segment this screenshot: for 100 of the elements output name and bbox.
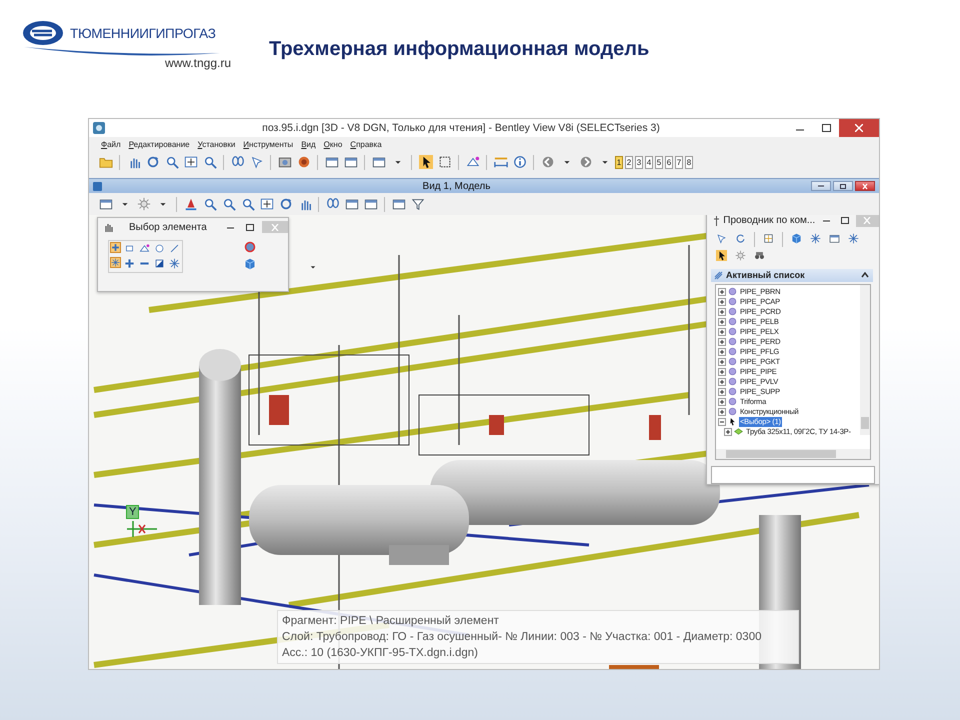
- funnel-icon: [410, 197, 424, 211]
- expand-icon[interactable]: [718, 398, 726, 406]
- star-icon: [848, 233, 859, 244]
- view-number-button[interactable]: 2: [625, 156, 633, 168]
- expand-icon[interactable]: [724, 428, 732, 436]
- expand-icon[interactable]: [718, 378, 726, 386]
- star-icon: [169, 258, 180, 269]
- contrast-tool-button[interactable]: [153, 257, 166, 270]
- expand-icon[interactable]: [718, 408, 726, 416]
- window-icon: [344, 197, 358, 211]
- axis-triad-icon: [125, 519, 159, 539]
- window-icon: [98, 197, 112, 211]
- menu-item[interactable]: Редактирование: [128, 140, 190, 148]
- cross-tool-button[interactable]: [123, 257, 136, 270]
- menu-item[interactable]: Файл: [101, 140, 121, 148]
- menu-item[interactable]: Окно: [324, 140, 342, 148]
- expand-icon[interactable]: [718, 388, 726, 396]
- tooltip-line: Фрагмент: PIPE \ Расширенный элемент: [282, 614, 500, 629]
- expand-icon[interactable]: [718, 308, 726, 316]
- pointer-icon: [716, 233, 727, 244]
- window-icon: [344, 155, 358, 169]
- contrast-icon: [154, 258, 165, 269]
- pointer-icon: [250, 155, 264, 169]
- view-number-button[interactable]: 4: [645, 156, 653, 168]
- company-name: ТЮМЕННИИГИПРОГАЗ: [70, 26, 216, 40]
- info-tool-button[interactable]: [511, 154, 528, 170]
- vertical-scrollbar[interactable]: [860, 284, 870, 435]
- close-icon: [861, 182, 869, 190]
- tooltip-line: Асс.: 10 (1630-УКПГ-95-ТХ.dgn.i.dgn): [282, 646, 479, 661]
- window-icon: [372, 155, 386, 169]
- dashed-rectangle-icon: [438, 155, 452, 169]
- arrow-icon: [716, 250, 727, 262]
- view-number-button[interactable]: 8: [685, 156, 693, 168]
- arrow-tool-button[interactable]: [417, 154, 434, 170]
- footprints-icon: [230, 155, 244, 169]
- window-icon: [364, 197, 378, 211]
- expand-icon[interactable]: [718, 358, 726, 366]
- triangle-icon: [139, 243, 150, 254]
- close-button[interactable]: [855, 181, 875, 191]
- expand-icon[interactable]: [718, 328, 726, 336]
- menu-item[interactable]: Инструменты: [243, 140, 294, 148]
- window-icon: [829, 233, 840, 244]
- minimize-button[interactable]: [811, 181, 831, 191]
- footprints-icon: [326, 197, 340, 211]
- list-icon: [714, 270, 723, 280]
- star-tool-button[interactable]: [110, 257, 121, 268]
- website-url: www.tngg.ru: [164, 56, 231, 70]
- star-tool-button[interactable]: [168, 257, 181, 270]
- grid-icon: [763, 233, 774, 244]
- cross-icon: [124, 258, 135, 269]
- expand-icon[interactable]: [718, 298, 726, 306]
- collapse-icon[interactable]: [861, 272, 869, 278]
- fit-view-icon: [260, 197, 274, 211]
- minimize-icon: [817, 184, 825, 188]
- forward-icon: [578, 155, 592, 169]
- model-viewport[interactable]: [89, 215, 879, 669]
- window-icon: [324, 155, 338, 169]
- cube-tool-button[interactable]: [243, 257, 256, 270]
- back-icon: [540, 155, 554, 169]
- circle-tool-button[interactable]: [153, 242, 166, 255]
- expand-icon[interactable]: [718, 288, 726, 296]
- menu-item[interactable]: Вид: [301, 140, 316, 148]
- star-icon: [810, 233, 821, 244]
- close-button[interactable]: [839, 119, 879, 137]
- restore-button[interactable]: [833, 181, 853, 191]
- expand-icon[interactable]: [718, 338, 726, 346]
- triangle-icon: [466, 155, 480, 169]
- view-number-button[interactable]: 3: [635, 156, 643, 168]
- info-icon: [512, 155, 526, 169]
- close-icon: [863, 217, 872, 224]
- view-icon: [93, 182, 102, 190]
- fit-view-icon: [184, 155, 198, 169]
- refresh-icon: [735, 233, 746, 244]
- view-number-button[interactable]: 7: [675, 156, 683, 168]
- panel-title: Проводник по ком...: [723, 215, 816, 226]
- tooltip-line: Слой: Трубопровод: ГО - Газ осушенный- № Линии: 003 - № Участка: 001 - Диаметр: 0300: [282, 630, 762, 645]
- arrow-tool-button[interactable]: [713, 248, 730, 263]
- expand-icon[interactable]: [718, 348, 726, 356]
- sun-icon: [735, 250, 746, 262]
- zoom-icon: [202, 155, 216, 169]
- cross-tool-button[interactable]: [110, 242, 121, 253]
- line-icon: [169, 243, 180, 254]
- menu-item[interactable]: Справка: [350, 140, 382, 148]
- view-number-button[interactable]: 5: [655, 156, 663, 168]
- expand-icon[interactable]: [718, 318, 726, 326]
- binoculars-icon: [754, 250, 765, 262]
- window-icon: [392, 197, 406, 211]
- close-icon: [855, 124, 863, 132]
- menu-item[interactable]: Установки: [198, 140, 236, 148]
- sun-tool-button[interactable]: [135, 196, 152, 212]
- collapse-icon[interactable]: [718, 418, 726, 426]
- prohibit-icon: [244, 240, 256, 252]
- sun-icon: [136, 197, 150, 211]
- section-header[interactable]: Активный список: [711, 268, 873, 282]
- prohibit-tool-button[interactable]: [243, 240, 256, 253]
- horizontal-scrollbar[interactable]: [716, 449, 870, 460]
- line-tool-button[interactable]: [168, 242, 181, 255]
- view-number-button[interactable]: 1: [615, 156, 623, 168]
- view-number-button[interactable]: 6: [665, 156, 673, 168]
- expand-icon[interactable]: [718, 368, 726, 376]
